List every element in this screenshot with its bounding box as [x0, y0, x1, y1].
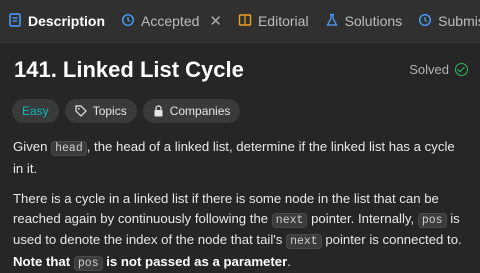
- tag-icon: [75, 105, 87, 117]
- topics-button[interactable]: Topics: [64, 99, 137, 123]
- bold-text: is not passed as a parameter: [102, 253, 288, 269]
- check-circle-icon: [455, 63, 468, 76]
- tab-solutions[interactable]: Solutions: [317, 0, 411, 42]
- tab-accepted[interactable]: Accepted ✕: [113, 0, 230, 42]
- inline-code: next: [271, 212, 308, 228]
- inline-code: pos: [417, 212, 447, 228]
- book-icon: [238, 13, 252, 30]
- companies-button[interactable]: Companies: [142, 99, 241, 123]
- tab-submissions[interactable]: Submissions: [410, 0, 480, 42]
- solved-status: Solved: [409, 62, 468, 77]
- tab-submissions-label: Submissions: [438, 13, 480, 29]
- topics-label: Topics: [92, 104, 127, 118]
- solved-label: Solved: [409, 62, 449, 77]
- lock-icon: [153, 105, 164, 117]
- inline-code: next: [286, 234, 322, 249]
- inline-code: head: [51, 141, 87, 156]
- document-icon: [8, 12, 22, 30]
- text-run: pointer is connected to.: [321, 232, 462, 247]
- bold-text: Note that: [13, 253, 74, 269]
- companies-label: Companies: [169, 104, 231, 118]
- text-run: Given: [13, 139, 52, 154]
- tab-accepted-label: Accepted: [141, 13, 200, 29]
- tab-bar: Description Accepted ✕ Editorial Solutio…: [0, 0, 480, 43]
- tab-editorial[interactable]: Editorial: [230, 0, 317, 42]
- problem-title: 141. Linked List Cycle: [14, 57, 244, 82]
- inline-code: pos: [73, 255, 103, 271]
- history-icon: [121, 13, 135, 30]
- close-icon[interactable]: ✕: [209, 12, 222, 30]
- text-run: .: [287, 253, 291, 269]
- history-icon: [418, 13, 432, 30]
- tab-description[interactable]: Description: [0, 0, 113, 42]
- tab-description-label: Description: [28, 13, 106, 29]
- flask-icon: [325, 13, 339, 30]
- tab-editorial-label: Editorial: [257, 13, 309, 29]
- tab-solutions-label: Solutions: [344, 13, 403, 29]
- tag-row: Easy Topics Companies: [12, 99, 241, 123]
- description-paragraph-1: Given head, the head of a linked list, d…: [13, 137, 466, 178]
- text-run: pointer. Internally,: [307, 210, 418, 226]
- description-paragraph-2: There is a cycle in a linked list if the…: [13, 189, 466, 273]
- difficulty-badge: Easy: [12, 99, 59, 123]
